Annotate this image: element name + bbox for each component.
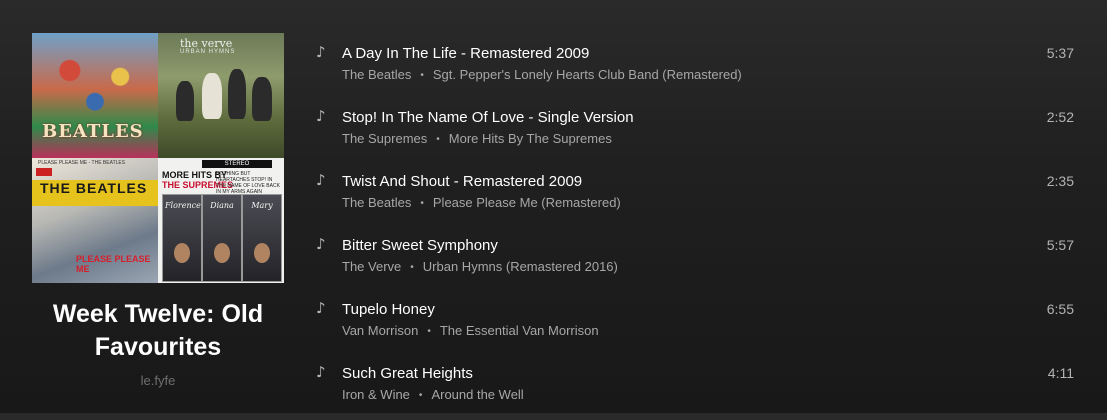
signature: Diana: [210, 201, 234, 210]
track-artist[interactable]: The Beatles: [342, 67, 411, 82]
track-row[interactable]: ♪ Stop! In The Name Of Love - Single Ver…: [312, 100, 1082, 164]
separator-dot: •: [436, 134, 440, 145]
band-member-figure: [202, 73, 222, 119]
track-row[interactable]: ♪ Tupelo Honey Van Morrison • The Essentia…: [312, 292, 1082, 356]
music-note-icon: ♪: [316, 299, 326, 317]
cover-tile-2-sub: URBAN HYMNS: [180, 49, 236, 55]
track-artist[interactable]: Iron & Wine: [342, 387, 410, 402]
track-title[interactable]: Twist And Shout - Remastered 2009: [342, 173, 582, 190]
cover-tile-please-please-me: PLEASE PLEASE ME - THE BEATLES THE BEATL…: [32, 158, 158, 283]
music-note-icon: ♪: [316, 235, 326, 253]
playlist-title[interactable]: Week Twelve: Old Favourites: [32, 298, 284, 364]
track-artist[interactable]: The Verve: [342, 259, 401, 274]
track-artist[interactable]: The Beatles: [342, 195, 411, 210]
track-duration: 5:37: [1046, 45, 1074, 61]
cover-tile-more-hits-supremes: STEREO MORE HITS BY THE SUPREMES NOTHING…: [158, 158, 284, 283]
band-member-figure: [252, 77, 272, 121]
playlist-cover-mosaic[interactable]: BEATLES the verve URBAN HYMNS PLEASE PLE…: [32, 33, 284, 283]
track-title[interactable]: Tupelo Honey: [342, 301, 435, 318]
cover-tile-3-red: PLEASE PLEASE ME: [76, 254, 151, 274]
track-duration: 6:55: [1046, 301, 1074, 317]
track-album[interactable]: Urban Hymns (Remastered 2016): [423, 259, 618, 274]
playlist-owner[interactable]: le.fyfe: [32, 373, 284, 388]
parlophone-logo-icon: [36, 168, 52, 176]
portrait-florence: Florence: [162, 194, 202, 282]
face: [214, 243, 230, 263]
separator-dot: •: [410, 262, 414, 273]
track-row[interactable]: ♪ Bitter Sweet Symphony The Verve • Urban …: [312, 228, 1082, 292]
track-duration: 4:11: [1047, 365, 1074, 381]
track-album[interactable]: Around the Well: [431, 387, 523, 402]
track-duration: 2:52: [1046, 109, 1074, 125]
face: [254, 243, 270, 263]
band-member-figure: [176, 81, 194, 121]
track-meta: The Beatles • Please Please Me (Remastered…: [342, 195, 621, 210]
track-meta: The Beatles • Sgt. Pepper's Lonely Hearts …: [342, 67, 742, 82]
cover-tile-sgt-pepper: BEATLES: [32, 33, 158, 158]
track-row[interactable]: ♪ Such Great Heights Iron & Wine • Around …: [312, 356, 1082, 420]
track-album[interactable]: The Essential Van Morrison: [440, 323, 599, 338]
track-meta: Iron & Wine • Around the Well: [342, 387, 524, 402]
cover-tile-4-small: NOTHING BUT HEARTACHES STOP! IN THE NAME…: [216, 171, 280, 195]
cover-tile-3-word: THE BEATLES: [40, 180, 148, 196]
track-row[interactable]: ♪ A Day In The Life - Remastered 2009 Th…: [312, 36, 1082, 100]
portrait-diana: Diana: [202, 194, 242, 282]
music-note-icon: ♪: [316, 43, 326, 61]
cover-tile-urban-hymns: the verve URBAN HYMNS: [158, 33, 284, 158]
music-note-icon: ♪: [316, 171, 326, 189]
cover-tile-1-text: BEATLES: [42, 121, 144, 142]
separator-dot: •: [427, 326, 431, 337]
track-title[interactable]: Stop! In The Name Of Love - Single Versi…: [342, 109, 634, 126]
track-row[interactable]: ♪ Twist And Shout - Remastered 2009 The …: [312, 164, 1082, 228]
track-list: ♪ A Day In The Life - Remastered 2009 Th…: [312, 36, 1082, 420]
cover-tile-3-top: PLEASE PLEASE ME - THE BEATLES: [38, 160, 126, 166]
track-duration: 5:57: [1046, 237, 1074, 253]
playlist-panel: BEATLES the verve URBAN HYMNS PLEASE PLE…: [32, 33, 284, 388]
track-artist[interactable]: Van Morrison: [342, 323, 418, 338]
face: [174, 243, 190, 263]
separator-dot: •: [420, 70, 424, 81]
track-artist[interactable]: The Supremes: [342, 131, 427, 146]
signature: Mary: [251, 201, 273, 210]
track-album[interactable]: More Hits By The Supremes: [449, 131, 612, 146]
track-album[interactable]: Please Please Me (Remastered): [433, 195, 621, 210]
track-duration: 2:35: [1046, 173, 1074, 189]
separator-dot: •: [420, 198, 424, 209]
track-title[interactable]: Such Great Heights: [342, 365, 473, 382]
cover-tile-4-stereo: STEREO: [202, 160, 272, 168]
music-note-icon: ♪: [316, 363, 326, 381]
track-meta: The Supremes • More Hits By The Supremes: [342, 131, 612, 146]
track-title[interactable]: Bitter Sweet Symphony: [342, 237, 498, 254]
track-album[interactable]: Sgt. Pepper's Lonely Hearts Club Band (R…: [433, 67, 742, 82]
separator-dot: •: [418, 390, 423, 401]
track-meta: The Verve • Urban Hymns (Remastered 2016): [342, 259, 618, 274]
band-member-figure: [228, 69, 246, 119]
music-note-icon: ♪: [316, 107, 326, 125]
signature: Florence: [165, 201, 201, 210]
track-title[interactable]: A Day In The Life - Remastered 2009: [342, 45, 589, 62]
portrait-mary: Mary: [242, 194, 282, 282]
track-meta: Van Morrison • The Essential Van Morrison: [342, 323, 599, 338]
